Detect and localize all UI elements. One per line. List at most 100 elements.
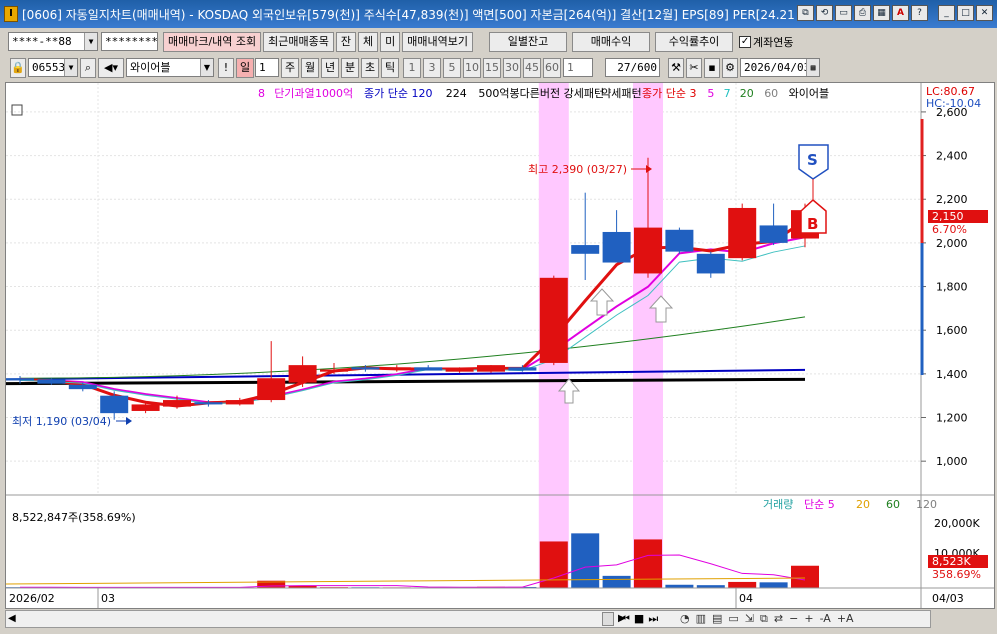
chart-type-icon[interactable]: ◔: [680, 612, 690, 626]
legend-item[interactable]: 1000억: [315, 87, 353, 100]
interval-45-button[interactable]: 45: [523, 57, 541, 78]
font-plus-button[interactable]: +A: [837, 612, 854, 626]
candle-body[interactable]: [288, 365, 317, 383]
period-minute-button[interactable]: 분: [341, 57, 359, 78]
link2-icon[interactable]: ⧉: [760, 612, 768, 626]
stock-code-input[interactable]: 065530 ▼: [28, 58, 78, 77]
return-trend-button[interactable]: 수익률추이: [655, 31, 734, 52]
chart-svg[interactable]: 8 단기과열 1000억 종가 단순 120 224 500억봉다른버전 강세패턴약세패턴…: [5, 83, 994, 608]
minimize-button[interactable]: _: [938, 5, 955, 21]
candle-body[interactable]: [508, 367, 537, 371]
stop-icon[interactable]: ■: [634, 612, 644, 626]
save-icon[interactable]: ▪: [704, 57, 720, 78]
legend-item[interactable]: 224: [446, 87, 467, 100]
volume-bar[interactable]: [791, 565, 819, 588]
print-icon[interactable]: ⎙: [854, 5, 871, 21]
lock-icon[interactable]: 🔒: [10, 57, 26, 78]
candle-body[interactable]: [665, 229, 694, 252]
calendar-icon[interactable]: ▦: [806, 59, 819, 76]
account-select[interactable]: ****-**88 ▼: [8, 32, 98, 51]
candle-body[interactable]: [382, 367, 411, 370]
tools-icon[interactable]: ⚒: [668, 57, 684, 78]
chevron-down-icon[interactable]: ▼: [64, 59, 77, 76]
candle-body[interactable]: [477, 365, 505, 372]
check-icon[interactable]: ✓: [739, 35, 752, 48]
volume-legend-item[interactable]: 60: [886, 498, 900, 511]
candle-body[interactable]: [634, 227, 662, 274]
candle-body[interactable]: [6, 378, 34, 381]
scroll-thumb[interactable]: [602, 612, 614, 626]
period-tick-button[interactable]: 틱: [381, 57, 399, 78]
speaker-icon[interactable]: ◀▾: [98, 57, 124, 78]
candle-body[interactable]: [100, 395, 129, 414]
stock-name-field[interactable]: 와이어블 ▼: [126, 58, 214, 77]
candle-body[interactable]: [163, 400, 191, 407]
window-icon[interactable]: ▭: [728, 612, 738, 626]
pending-button[interactable]: 미: [380, 31, 401, 52]
zoom-in-button[interactable]: +: [804, 612, 813, 626]
candle-body[interactable]: [37, 379, 66, 384]
interval-10-button[interactable]: 10: [463, 57, 481, 78]
candle-body[interactable]: [696, 253, 725, 274]
legend-item[interactable]: 와이어블: [789, 87, 829, 100]
sync-icon[interactable]: ⟲: [816, 5, 833, 21]
alert-button[interactable]: !: [218, 57, 234, 78]
legend-item[interactable]: 약세패턴: [601, 86, 641, 100]
chart-frame[interactable]: 8 단기과열 1000억 종가 단순 120 224 500억봉다른버전 강세패턴 약세패턴…: [5, 82, 995, 609]
legend-item[interactable]: 7: [724, 87, 731, 100]
period-week-button[interactable]: 주: [281, 57, 299, 78]
candle-body[interactable]: [68, 384, 97, 390]
period-year-button[interactable]: 년: [321, 57, 339, 78]
legend-item[interactable]: 8: [258, 87, 265, 100]
legend-item[interactable]: 단기과열: [274, 87, 314, 100]
daily-balance-button[interactable]: 일별잔고: [489, 31, 568, 52]
rewind-icon[interactable]: ⏮: [620, 612, 630, 626]
link-icon[interactable]: ⧉: [797, 5, 814, 21]
font-icon[interactable]: A: [892, 5, 909, 21]
legend-item[interactable]: 60: [764, 87, 778, 100]
candle-body[interactable]: [445, 369, 474, 372]
candle-body[interactable]: [602, 231, 631, 263]
chevron-down-icon[interactable]: ▼: [200, 59, 213, 76]
interval-5-button[interactable]: 5: [443, 57, 461, 78]
interval-60-button[interactable]: 60: [543, 57, 561, 78]
account-link-checkbox[interactable]: ✓ 계좌연동: [739, 34, 794, 50]
legend-item[interactable]: 종가 단순 120: [364, 87, 432, 100]
screen-icon[interactable]: ▭: [835, 5, 852, 21]
volume-legend-item[interactable]: 단순 5: [804, 498, 835, 511]
period-month-button[interactable]: 월: [301, 57, 319, 78]
volume-bar[interactable]: [634, 539, 662, 588]
legend-item[interactable]: 20: [740, 87, 754, 100]
chevron-down-icon[interactable]: ▼: [84, 33, 97, 50]
interval-15-button[interactable]: 15: [483, 57, 501, 78]
trade-pnl-button[interactable]: 매매수익: [572, 31, 651, 52]
layout-icon[interactable]: ▤: [712, 612, 722, 626]
date-field[interactable]: 2026/04/03 ▦: [740, 58, 820, 77]
candle-body[interactable]: [257, 378, 286, 401]
candle-body[interactable]: [728, 207, 757, 259]
trade-history-button[interactable]: 매매내역보기: [402, 31, 474, 52]
period-second-button[interactable]: 초: [361, 57, 379, 78]
search-icon[interactable]: ⌕: [80, 57, 96, 78]
candle-body[interactable]: [571, 245, 600, 254]
legend-item[interactable]: 500억봉다른버전 강세패턴: [478, 87, 604, 100]
maximize-button[interactable]: □: [957, 5, 974, 21]
volume-legend-item[interactable]: 20: [856, 498, 870, 511]
settings-icon[interactable]: ⚙: [722, 57, 738, 78]
scissors-icon[interactable]: ✂: [686, 57, 702, 78]
volume-bar[interactable]: [602, 575, 631, 588]
interval-1-button[interactable]: 1: [403, 57, 421, 78]
legend-item[interactable]: 종가 단순 3: [642, 87, 696, 100]
candle-body[interactable]: [351, 367, 380, 370]
bar-count-field[interactable]: 27/600: [605, 58, 660, 77]
candle-body[interactable]: [225, 400, 254, 405]
interval-select[interactable]: 1: [563, 58, 593, 77]
period-num-select[interactable]: 1: [255, 58, 279, 77]
candle-body[interactable]: [759, 225, 788, 243]
resize-icon[interactable]: ⇲: [745, 612, 754, 626]
font-minus-button[interactable]: -A: [820, 612, 831, 626]
candle-body[interactable]: [414, 367, 443, 371]
image-icon[interactable]: ▦: [873, 5, 890, 21]
volume-bar[interactable]: [728, 581, 757, 588]
period-day-button[interactable]: 일: [236, 57, 254, 78]
